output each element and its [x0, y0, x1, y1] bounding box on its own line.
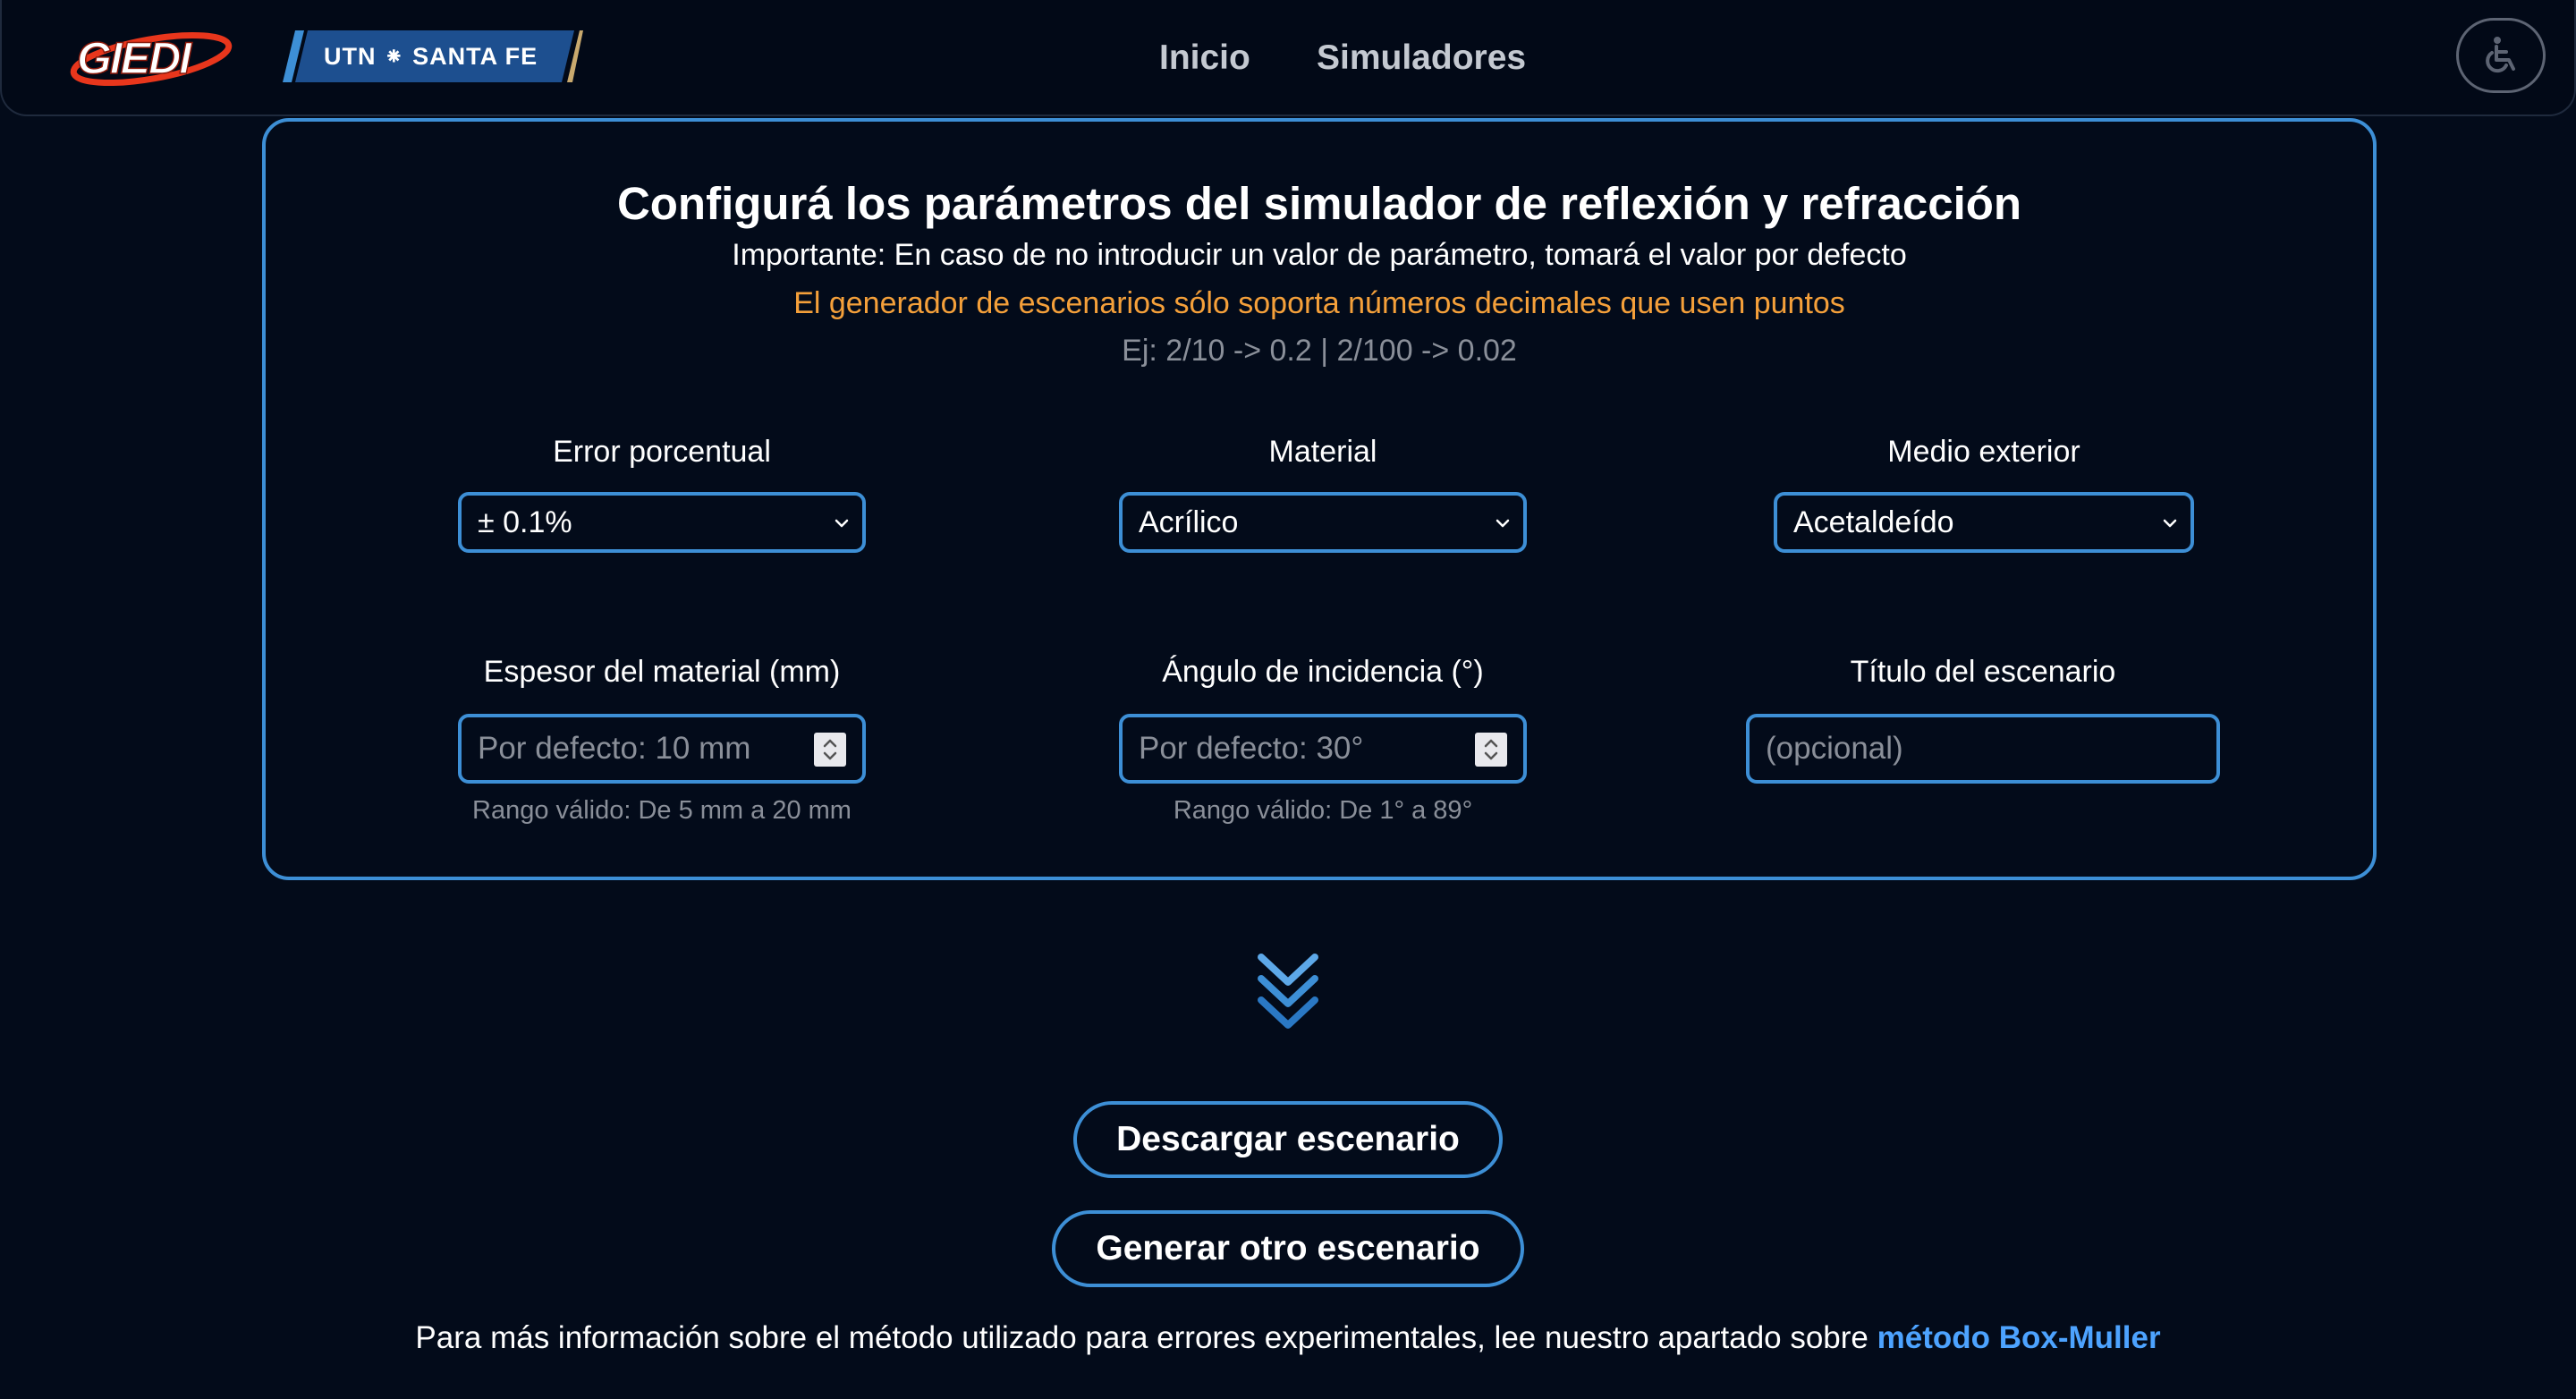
- material-select[interactable]: Acrílico: [1119, 492, 1527, 553]
- medium-select[interactable]: Acetaldeído: [1774, 492, 2194, 553]
- accessibility-button[interactable]: [2456, 18, 2546, 93]
- angle-input[interactable]: Por defecto: 30°: [1119, 714, 1527, 784]
- thickness-stepper[interactable]: [814, 733, 846, 767]
- chevron-down-icon: [835, 519, 849, 528]
- giedi-logo-text: GIEDI: [77, 33, 192, 83]
- scroll-down-arrows-icon: [1254, 950, 1322, 1030]
- chevron-down-icon: [2163, 519, 2177, 528]
- error-select[interactable]: ± 0.1%: [458, 492, 866, 553]
- config-title: Configurá los parámetros del simulador d…: [616, 178, 2022, 229]
- thickness-placeholder: Por defecto: 10 mm: [478, 731, 751, 766]
- angle-hint: Rango válido: De 1° a 89°: [1173, 796, 1473, 825]
- scenario-title-placeholder: (opcional): [1766, 731, 1903, 766]
- angle-label: Ángulo de incidencia (°): [1162, 655, 1484, 689]
- angle-placeholder: Por defecto: 30°: [1139, 731, 1364, 766]
- medium-label: Medio exterior: [1887, 435, 2080, 469]
- error-select-value: ± 0.1%: [478, 505, 572, 539]
- stepper-arrows-icon: [823, 739, 837, 760]
- config-card: Configurá los parámetros del simulador d…: [262, 118, 2377, 880]
- utn-logo-text: UTN ⁕ SANTA FE: [324, 43, 538, 70]
- important-note: Importante: En caso de no introducir un …: [732, 238, 1907, 272]
- box-muller-link[interactable]: método Box-Muller: [1877, 1320, 2161, 1355]
- angle-stepper[interactable]: [1475, 733, 1507, 767]
- material-select-value: Acrílico: [1139, 505, 1239, 539]
- nav-simuladores[interactable]: Simuladores: [1317, 27, 1526, 89]
- download-scenario-button[interactable]: Descargar escenario: [1073, 1101, 1503, 1178]
- footer-info-text: Para más información sobre el método uti…: [415, 1320, 1877, 1355]
- generate-scenario-button[interactable]: Generar otro escenario: [1052, 1210, 1524, 1287]
- decimal-warning: El generador de escenarios sólo soporta …: [793, 286, 1845, 320]
- thickness-hint: Rango válido: De 5 mm a 20 mm: [472, 796, 852, 825]
- error-label: Error porcentual: [553, 435, 771, 469]
- thickness-input[interactable]: Por defecto: 10 mm: [458, 714, 866, 784]
- utn-santa-fe-logo[interactable]: UTN ⁕ SANTA FE: [275, 30, 583, 82]
- footer-info: Para más información sobre el método uti…: [0, 1320, 2576, 1356]
- medium-select-value: Acetaldeído: [1793, 505, 1954, 539]
- scenario-title-input[interactable]: (opcional): [1746, 714, 2220, 784]
- top-navbar: GIEDI UTN ⁕ SANTA FE Inicio Simuladores: [0, 0, 2576, 116]
- wheelchair-icon: [2486, 37, 2515, 73]
- nav-inicio[interactable]: Inicio: [1159, 27, 1250, 89]
- decimal-example: Ej: 2/10 -> 0.2 | 2/100 -> 0.02: [1122, 334, 1517, 368]
- giedi-logo-graphic: GIEDI: [70, 31, 233, 87]
- material-label: Material: [1268, 435, 1377, 469]
- giedi-logo[interactable]: GIEDI: [66, 23, 236, 91]
- scenario-title-label: Título del escenario: [1850, 655, 2116, 689]
- thickness-label: Espesor del material (mm): [483, 655, 841, 689]
- chevron-down-icon: [1496, 519, 1510, 528]
- stepper-arrows-icon: [1484, 739, 1498, 760]
